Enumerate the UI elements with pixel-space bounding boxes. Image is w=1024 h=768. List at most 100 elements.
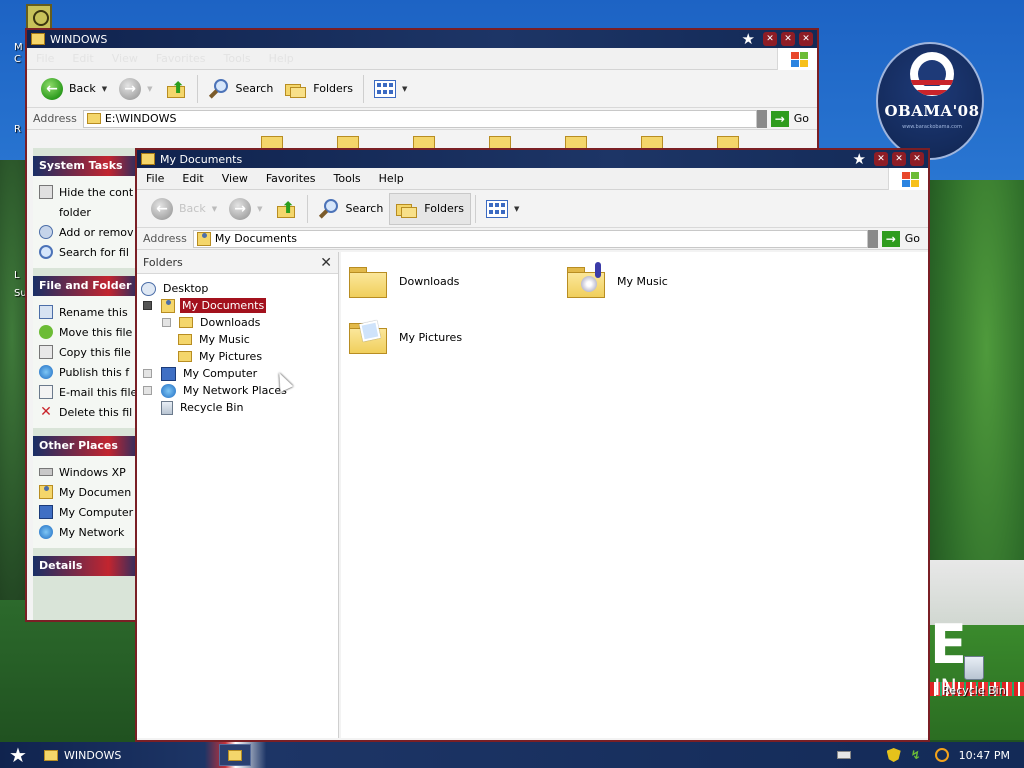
address-label: Address [33, 112, 77, 125]
up-button[interactable]: ⬆ [269, 193, 303, 225]
title-bar[interactable]: My Documents ★ ✕ ✕ ✕ [137, 150, 928, 168]
search-button[interactable]: Search [312, 193, 390, 225]
address-field[interactable]: My Documents [192, 229, 868, 248]
close-icon[interactable]: ✕ [320, 255, 332, 271]
task-link[interactable]: E-mail this file [39, 382, 141, 402]
back-button[interactable]: ← Back ▼ [145, 193, 223, 225]
task-link[interactable]: Copy this file [39, 342, 141, 362]
menu-help[interactable]: Help [370, 172, 413, 185]
place-link[interactable]: My Computer [39, 502, 141, 522]
expand-toggle[interactable] [143, 369, 152, 378]
task-link[interactable]: Publish this f [39, 362, 141, 382]
network-status-icon[interactable]: ↯ [911, 748, 925, 762]
folders-button[interactable]: Folders [389, 192, 472, 225]
folder-item-downloads[interactable]: Downloads [349, 264, 459, 298]
taskbar-button-windows[interactable]: WINDOWS [36, 744, 129, 766]
menu-tools[interactable]: Tools [325, 172, 370, 185]
tree-item-my-music[interactable]: My Music [178, 331, 252, 348]
minimize-button[interactable]: ✕ [763, 32, 777, 46]
place-link[interactable]: Windows XP [39, 462, 141, 482]
desktop-clipped-label: C [14, 54, 21, 65]
collapse-toggle[interactable] [143, 301, 152, 310]
tree-item-my-computer[interactable]: My Computer [143, 365, 259, 382]
menu-favorites[interactable]: Favorites [257, 172, 325, 185]
forward-button[interactable]: → ▼ [223, 193, 268, 225]
go-button[interactable]: → Go [881, 230, 928, 247]
place-label: My Computer [59, 505, 134, 519]
menu-edit[interactable]: Edit [63, 52, 102, 65]
menu-view[interactable]: View [213, 172, 257, 185]
title-bar[interactable]: WINDOWS ★ ✕ ✕ ✕ [27, 30, 817, 48]
folders-icon [396, 200, 418, 218]
clock[interactable]: 10:47 PM [959, 749, 1010, 762]
folders-button[interactable]: Folders [279, 73, 359, 105]
section-header[interactable]: System Tasks [33, 156, 141, 176]
tree-item-my-pictures[interactable]: My Pictures [178, 348, 264, 365]
task-link[interactable]: Hide the cont [39, 182, 141, 202]
section-header[interactable]: Other Places [33, 436, 141, 456]
folder-up-icon: ⬆ [275, 198, 297, 220]
maximize-button[interactable]: ✕ [892, 152, 906, 166]
chevron-down-icon: ▼ [514, 204, 520, 213]
maximize-button[interactable]: ✕ [781, 32, 795, 46]
search-button[interactable]: Search [202, 73, 280, 105]
keyboard-icon[interactable] [836, 751, 851, 759]
task-link[interactable]: Rename this [39, 302, 141, 322]
expand-toggle[interactable] [143, 386, 152, 395]
section-header[interactable]: Details [33, 556, 141, 576]
task-link[interactable]: Add or remov [39, 222, 141, 242]
place-link[interactable]: My Documen [39, 482, 141, 502]
tree-item-desktop[interactable]: Desktop [141, 280, 210, 297]
taskbar-button-my-documents[interactable] [219, 744, 252, 766]
menu-favorites[interactable]: Favorites [147, 52, 215, 65]
address-dropdown[interactable] [867, 229, 878, 248]
close-button[interactable]: ✕ [910, 152, 924, 166]
tree-item-recycle-bin[interactable]: Recycle Bin [161, 399, 245, 416]
tree-item-downloads[interactable]: Downloads [162, 314, 262, 331]
task-link[interactable]: ✕ Delete this fil [39, 402, 141, 422]
pictures-folder-icon [349, 320, 389, 354]
section-header[interactable]: File and Folder [33, 276, 141, 296]
shield-icon[interactable] [886, 748, 901, 762]
task-link[interactable]: Move this file [39, 322, 141, 342]
recycle-bin-desktop-icon[interactable]: Recycle Bin [934, 656, 1014, 697]
folder-icon [349, 264, 389, 298]
folder-icon [179, 317, 193, 328]
close-button[interactable]: ✕ [799, 32, 813, 46]
menu-tools[interactable]: Tools [215, 52, 260, 65]
task-label: folder [59, 205, 91, 219]
menu-file[interactable]: File [27, 52, 63, 65]
views-button[interactable]: ▼ [480, 193, 525, 225]
up-button[interactable]: ⬆ [159, 73, 193, 105]
folder-item-my-pictures[interactable]: My Pictures [349, 320, 462, 354]
back-button[interactable]: ← Back ▼ [35, 73, 113, 105]
menu-help[interactable]: Help [260, 52, 303, 65]
address-field[interactable]: E:\WINDOWS [82, 109, 757, 128]
my-documents-window[interactable]: My Documents ★ ✕ ✕ ✕ File Edit View Favo… [135, 148, 930, 742]
address-dropdown[interactable] [756, 109, 767, 128]
menu-file[interactable]: File [137, 172, 173, 185]
task-link-continued[interactable]: folder [39, 202, 141, 222]
minimize-button[interactable]: ✕ [874, 152, 888, 166]
menu-edit[interactable]: Edit [173, 172, 212, 185]
computer-icon [161, 366, 176, 381]
clock-desktop-icon[interactable] [26, 4, 52, 30]
task-link[interactable]: Search for fil [39, 242, 141, 262]
place-link[interactable]: My Network [39, 522, 141, 542]
views-button[interactable]: ▼ [368, 73, 413, 105]
task-label: Hide the cont [59, 185, 134, 199]
search-icon[interactable] [934, 748, 949, 762]
expand-toggle[interactable] [162, 318, 171, 327]
windows-flag-icon [777, 48, 817, 70]
folder-item-my-music[interactable]: My Music [567, 262, 668, 298]
task-label: Add or remov [59, 225, 134, 239]
trash-icon [161, 400, 173, 415]
trash-icon [964, 656, 984, 680]
menu-view[interactable]: View [103, 52, 147, 65]
go-button[interactable]: → Go [770, 110, 817, 127]
tree-item-my-network-places[interactable]: My Network Places [143, 382, 289, 399]
folders-pane-title: Folders [143, 256, 183, 269]
start-button[interactable]: ★ [0, 743, 36, 767]
tree-item-my-documents[interactable]: My Documents [143, 297, 267, 314]
forward-button[interactable]: → ▼ [113, 73, 158, 105]
